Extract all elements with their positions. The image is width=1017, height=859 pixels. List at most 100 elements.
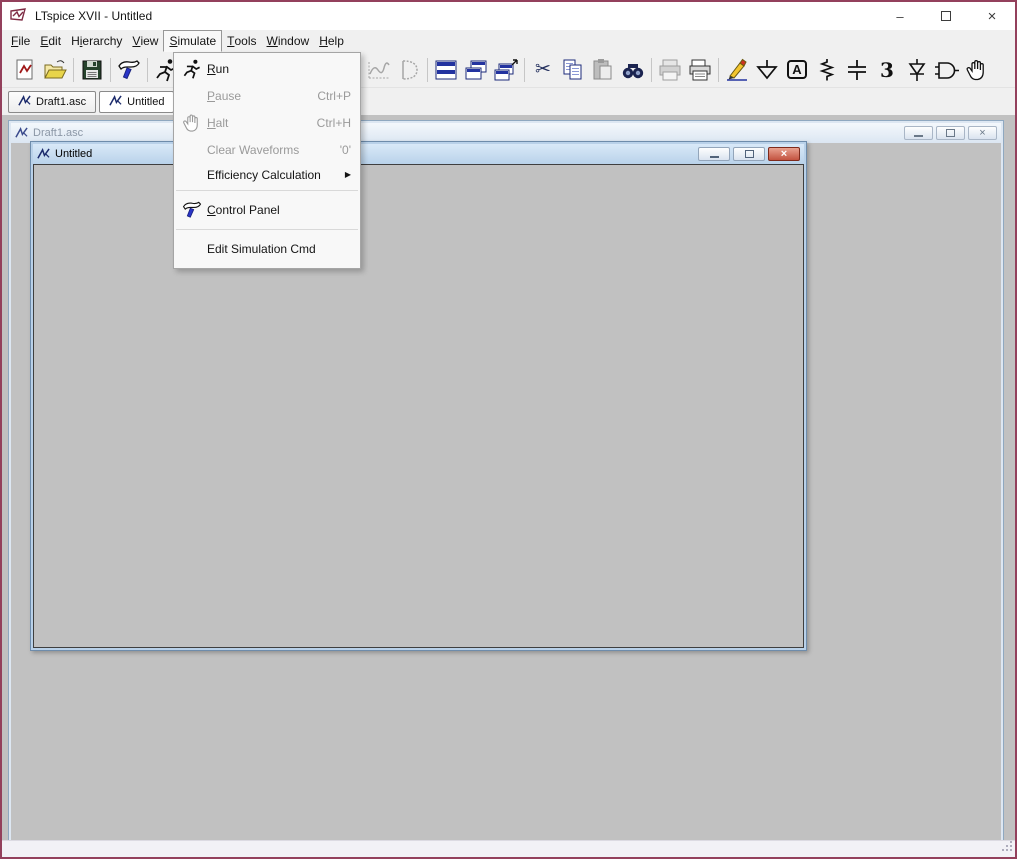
submenu-arrow-icon: ▶	[345, 170, 351, 179]
menu-view[interactable]: View	[127, 30, 163, 52]
component-button[interactable]	[932, 55, 962, 85]
schematic-canvas-untitled[interactable]	[33, 164, 804, 648]
schematic-doc-icon	[37, 148, 50, 161]
toolbar-separator	[110, 58, 111, 82]
mdi-workspace: Draft1.asc × Untitled ×	[2, 115, 1015, 840]
menu-item-label: Clear Waveforms	[207, 143, 299, 157]
tab-label: Draft1.asc	[36, 96, 86, 108]
control-panel-button[interactable]	[114, 55, 144, 85]
document-tabbar: Draft1.asc Untitled	[2, 88, 1015, 115]
resistor-button[interactable]	[812, 55, 842, 85]
schematic-doc-icon	[18, 95, 31, 108]
cut-button[interactable]: ✂	[528, 55, 558, 85]
window-draft1-titlebar[interactable]: Draft1.asc ×	[11, 123, 1001, 143]
toolbar-separator	[524, 58, 525, 82]
menu-item-halt[interactable]: Halt Ctrl+H	[174, 109, 360, 136]
app-minimize-button[interactable]: –	[877, 2, 923, 30]
menu-item-label: Pause	[207, 89, 241, 103]
restore-button[interactable]	[936, 126, 965, 140]
minimize-button[interactable]	[904, 126, 933, 140]
new-schematic-button[interactable]	[10, 55, 40, 85]
schematic-doc-icon	[15, 127, 28, 140]
restore-icon	[745, 150, 754, 158]
maximize-icon	[941, 11, 951, 21]
window-title: Untitled	[55, 148, 92, 160]
menu-item-run[interactable]: Run	[174, 55, 360, 82]
capacitor-button[interactable]	[842, 55, 872, 85]
app-close-button[interactable]: ×	[969, 2, 1015, 30]
minimize-icon	[710, 156, 719, 158]
halt-hand-icon	[177, 112, 207, 134]
cascade-windows-button[interactable]	[461, 55, 491, 85]
open-file-button[interactable]	[40, 55, 70, 85]
close-icon: ×	[781, 149, 787, 160]
toolbar-separator	[147, 58, 148, 82]
tab-untitled[interactable]: Untitled	[99, 91, 174, 113]
print-setup-button[interactable]	[685, 55, 715, 85]
shortcut-label: Ctrl+H	[317, 116, 351, 130]
close-button[interactable]: ×	[768, 147, 800, 161]
menu-item-control-panel[interactable]: Control Panel	[174, 195, 360, 225]
paste-button[interactable]	[588, 55, 618, 85]
ltspice-logo-icon	[9, 8, 27, 24]
run-man-icon	[177, 58, 207, 80]
window-untitled: Untitled ×	[30, 141, 807, 651]
app-titlebar[interactable]: LTspice XVII - Untitled – ×	[2, 2, 1015, 30]
menu-file[interactable]: File	[6, 30, 35, 52]
diode-button[interactable]	[902, 55, 932, 85]
toolbar-separator	[73, 58, 74, 82]
statusbar	[2, 840, 1015, 857]
menu-item-label: Run	[207, 62, 229, 76]
menu-item-efficiency-calculation[interactable]: Efficiency Calculation ▶	[174, 163, 360, 186]
tile-horizontal-button[interactable]	[431, 55, 461, 85]
tab-label: Untitled	[127, 96, 164, 108]
menu-item-edit-simulation-cmd[interactable]: Edit Simulation Cmd	[174, 234, 360, 264]
menu-item-clear-waveforms[interactable]: Clear Waveforms '0'	[174, 136, 360, 163]
menu-item-pause[interactable]: Pause Ctrl+P	[174, 82, 360, 109]
waveform-viewer-button[interactable]	[364, 55, 394, 85]
menu-separator	[176, 190, 358, 191]
shortcut-label: '0'	[340, 143, 351, 157]
ground-button[interactable]	[752, 55, 782, 85]
control-panel-hammer-icon	[177, 199, 207, 221]
menu-item-label: Efficiency Calculation	[207, 168, 321, 182]
toolbar: ✂ A 3	[2, 52, 1015, 88]
inductor-button[interactable]: 3	[872, 55, 902, 85]
restore-button[interactable]	[733, 147, 765, 161]
ltspice-app-window: LTspice XVII - Untitled – × File Edit Hi…	[0, 0, 1017, 859]
menu-separator	[176, 229, 358, 230]
find-button[interactable]	[618, 55, 648, 85]
label-net-button[interactable]: A	[782, 55, 812, 85]
schematic-doc-icon	[109, 95, 122, 108]
menu-hierarchy[interactable]: Hierarchy	[66, 30, 127, 52]
restore-icon	[946, 129, 955, 137]
minimize-button[interactable]	[698, 147, 730, 161]
save-button[interactable]	[77, 55, 107, 85]
toolbar-separator	[651, 58, 652, 82]
app-title: LTspice XVII - Untitled	[35, 9, 152, 23]
close-button[interactable]: ×	[968, 126, 997, 140]
tab-draft1[interactable]: Draft1.asc	[8, 91, 96, 113]
wire-pencil-button[interactable]	[722, 55, 752, 85]
menu-simulate[interactable]: Simulate	[163, 30, 222, 52]
copy-button[interactable]	[558, 55, 588, 85]
cascade-new-window-button[interactable]	[491, 55, 521, 85]
toolbar-separator	[427, 58, 428, 82]
menu-window[interactable]: Window	[262, 30, 315, 52]
drag-hand-button[interactable]	[962, 55, 992, 85]
print-button[interactable]	[655, 55, 685, 85]
window-untitled-titlebar[interactable]: Untitled ×	[33, 144, 804, 164]
simulate-dropdown-menu: Run Pause Ctrl+P Halt Ctrl+H Clear Wavef…	[173, 52, 361, 269]
menu-edit[interactable]: Edit	[35, 30, 66, 52]
minimize-icon	[914, 135, 923, 137]
menu-item-label: Edit Simulation Cmd	[207, 242, 316, 256]
window-title: Draft1.asc	[33, 127, 83, 139]
shortcut-label: Ctrl+P	[317, 89, 351, 103]
resize-grip[interactable]	[1001, 840, 1013, 855]
menubar: File Edit Hierarchy View Simulate Tools …	[2, 30, 1015, 52]
zoom-full-extents-button[interactable]	[394, 55, 424, 85]
close-icon: ×	[979, 128, 985, 139]
menu-help[interactable]: Help	[314, 30, 349, 52]
menu-tools[interactable]: Tools	[222, 30, 261, 52]
app-maximize-button[interactable]	[923, 2, 969, 30]
